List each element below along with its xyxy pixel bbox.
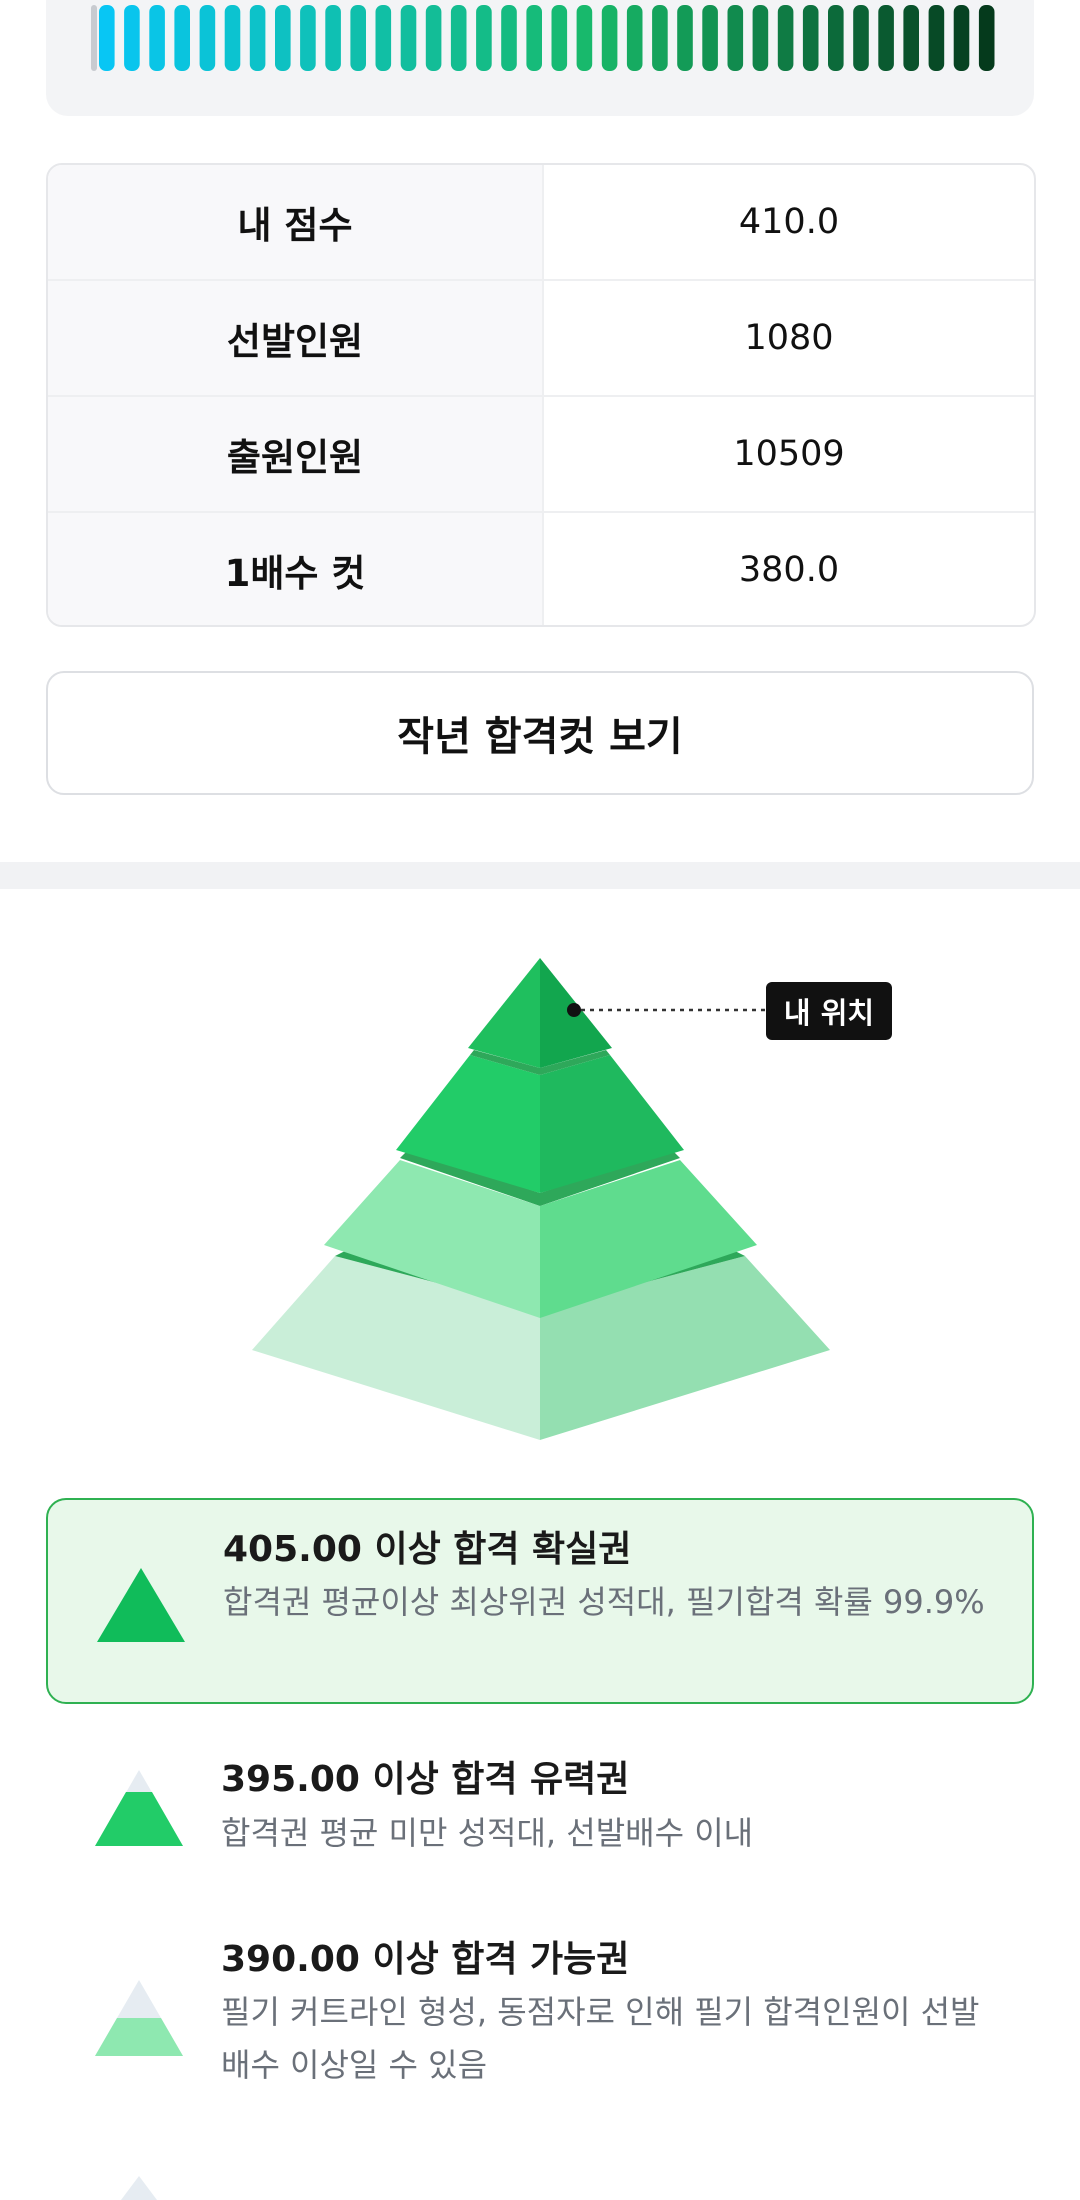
score-info-table: 내 점수 410.0 선발인원 1080 출원인원 10509 1배수 컷 38…: [46, 163, 1036, 627]
table-row: 선발인원 1080: [48, 281, 1034, 397]
gauge-bar: [828, 5, 844, 71]
gauge-bar: [425, 5, 442, 71]
tier-3-icon: [95, 1980, 183, 2056]
section-divider: [0, 862, 1080, 889]
cutoff-1x-label: 1배수 컷: [48, 513, 544, 625]
gauge-bar: [450, 5, 467, 71]
tier-4-icon: [121, 2176, 157, 2200]
gauge-bar-start: [91, 5, 97, 71]
gauge-bar: [476, 5, 492, 71]
gauge-bar: [124, 5, 140, 71]
score-gauge-bars: [91, 5, 995, 71]
last-year-cut-button[interactable]: 작년 합격컷 보기: [46, 671, 1034, 795]
gauge-bar: [375, 5, 392, 71]
gauge-bar: [777, 5, 794, 71]
tier-1-icon: [97, 1568, 185, 1642]
score-gauge-card: [46, 0, 1034, 116]
gauge-bar: [350, 5, 366, 71]
gauge-bar: [727, 5, 744, 71]
tier-title: 390.00 이상 합격 가능권: [221, 1939, 630, 1980]
gauge-bar: [752, 5, 769, 71]
tier-title: 405.00 이상 합격 확실권: [223, 1529, 632, 1570]
gauge-bar: [300, 5, 316, 71]
table-row: 1배수 컷 380.0: [48, 513, 1034, 625]
applicant-count-value: 10509: [733, 434, 845, 474]
cutoff-1x-value: 380.0: [738, 550, 840, 590]
gauge-bar: [249, 5, 266, 71]
tier-description: 필기 커트라인 형성, 동점자로 인해 필기 합격인원이 선발배수 이상일 수 …: [221, 1993, 980, 2084]
selection-count-label: 선발인원: [48, 281, 544, 395]
pass-level-pyramid: [252, 958, 830, 1440]
gauge-bar: [853, 5, 869, 71]
gauge-bar: [501, 5, 517, 71]
gauge-bar: [601, 5, 618, 71]
gauge-bar: [149, 5, 165, 71]
gauge-bar: [978, 5, 995, 71]
gauge-bar: [626, 5, 643, 71]
table-row: 내 점수 410.0: [48, 165, 1034, 281]
gauge-bar: [199, 5, 216, 71]
applicant-count-label: 출원인원: [48, 397, 544, 511]
list-item[interactable]: 390.00 이상 합격 가능권 필기 커트라인 형성, 동점자로 인해 필기 …: [46, 1918, 1034, 2108]
gauge-bar: [99, 5, 115, 71]
list-item[interactable]: 405.00 이상 합격 확실권 합격권 평균이상 최상위권 성적대, 필기합격…: [46, 1498, 1034, 1704]
gauge-bar: [275, 5, 291, 71]
selection-count-value: 1080: [744, 318, 834, 358]
my-position-marker: [567, 1003, 581, 1017]
gauge-bar: [802, 5, 819, 71]
tier-description: 합격권 평균 미만 성적대, 선발배수 이내: [221, 1814, 754, 1852]
gauge-bar: [576, 5, 593, 71]
table-row: 출원인원 10509: [48, 397, 1034, 513]
gauge-bar: [174, 5, 190, 71]
gauge-bar: [325, 5, 341, 71]
gauge-bar: [878, 5, 894, 71]
gauge-bar: [652, 5, 668, 71]
my-score-value: 410.0: [738, 202, 840, 242]
gauge-bar: [551, 5, 568, 71]
gauge-bar: [526, 5, 542, 71]
my-position-badge: 내 위치: [766, 982, 892, 1040]
list-item[interactable]: 395.00 이상 합격 유력권 합격권 평균 미만 성적대, 선발배수 이내: [46, 1740, 1034, 1870]
gauge-bar: [224, 5, 241, 71]
gauge-bar: [400, 5, 417, 71]
tier-description: 합격권 평균이상 최상위권 성적대, 필기합격 확률 99.9%: [223, 1583, 985, 1621]
gauge-bar: [928, 5, 945, 71]
gauge-bar: [677, 5, 693, 71]
gauge-bar: [953, 5, 970, 71]
gauge-bar: [903, 5, 919, 71]
my-score-label: 내 점수: [48, 165, 544, 279]
tier-title: 395.00 이상 합격 유력권: [221, 1759, 630, 1800]
tier-2-icon: [95, 1770, 183, 1846]
gauge-bar: [702, 5, 718, 71]
